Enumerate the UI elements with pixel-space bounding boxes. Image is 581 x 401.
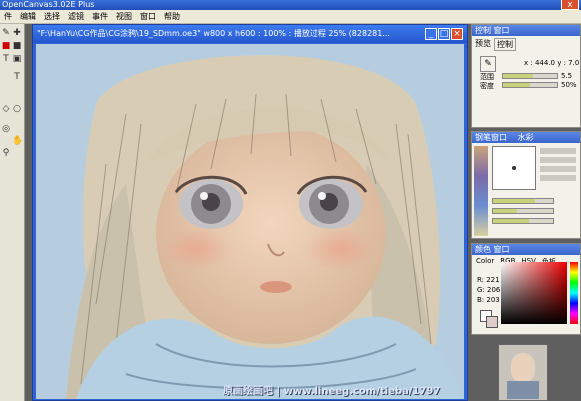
tab-color[interactable]: Color	[476, 257, 494, 267]
brush-panel-title-text: 钢笔窗口	[475, 133, 507, 142]
menu-window[interactable]: 窗口	[136, 10, 160, 23]
brush-preview-icon: ✎	[480, 56, 496, 72]
range-slider[interactable]	[502, 73, 558, 79]
brush-options[interactable]	[540, 148, 576, 184]
illustration-girl	[66, 55, 464, 399]
density-slider[interactable]	[502, 82, 558, 88]
saturation-value-picker[interactable]	[501, 262, 567, 324]
brush-slider-2[interactable]	[492, 208, 554, 214]
range-value: 5.5	[561, 72, 573, 80]
app-title: OpenCanvas3.02E Plus	[2, 0, 95, 9]
select-tool-icon[interactable]: ▣	[12, 54, 22, 64]
maximize-button[interactable]: □	[438, 28, 450, 40]
minimize-button[interactable]: _	[425, 28, 437, 40]
watermark-caption: 原画绘画吧 | www.lineeg.com/tieba/1797	[223, 386, 441, 397]
menu-edit[interactable]: 编辑	[16, 10, 40, 23]
brush-slider-3[interactable]	[492, 218, 554, 224]
cursor-coords: x : 444.0 y : 7.0	[524, 59, 580, 67]
app-close-button[interactable]: x	[561, 0, 579, 10]
tab-preview[interactable]: 预览	[475, 38, 491, 51]
drawing-canvas[interactable]	[36, 44, 464, 399]
blue-value: B: 203	[477, 296, 500, 304]
document-titlebar[interactable]: "F:\HanYu\CG作品\CG涂鸦\19_SDmm.oe3" w800 x …	[33, 25, 467, 43]
lasso-tool-icon[interactable]: ◇	[1, 104, 11, 114]
current-color-swatch[interactable]	[486, 316, 498, 328]
red-value: R: 221	[477, 276, 500, 284]
tool-palette: ✎ ✚ ■ ■ T ▣ T ◇ ○ ◎ ✋ ⚲	[0, 24, 25, 401]
eyedropper-tool-icon[interactable]: ◎	[1, 124, 11, 134]
brush-list[interactable]	[474, 146, 488, 236]
layer-tool-icon[interactable]: ■	[12, 41, 22, 51]
color-panel: 颜色 窗口 Color RGB HSV 色板 R: 221 G: 206 B: …	[471, 243, 581, 335]
close-button[interactable]: ×	[451, 28, 463, 40]
document-title: "F:\HanYu\CG作品\CG涂鸦\19_SDmm.oe3" w800 x …	[37, 29, 390, 38]
menu-file[interactable]: 件	[0, 10, 16, 23]
brush-dot-icon	[512, 166, 516, 170]
zoom-tool-icon[interactable]: ⚲	[1, 148, 11, 158]
density-value: 50%	[561, 81, 577, 89]
hand-tool-icon[interactable]: ✋	[12, 136, 23, 146]
control-panel: 控制 窗口 预览 控制 ✎ x : 444.0 y : 7.0 范围 5.5 密…	[471, 24, 581, 128]
app-titlebar: OpenCanvas3.02E Plus x	[0, 0, 581, 10]
ellipse-tool-icon[interactable]: ○	[12, 104, 22, 114]
type-tool-icon[interactable]: T	[12, 72, 22, 82]
thumbnail-face	[511, 353, 535, 383]
menu-select[interactable]: 选择	[40, 10, 64, 23]
move-tool-icon[interactable]: ✚	[12, 28, 22, 38]
brush-slider-1[interactable]	[492, 198, 554, 204]
text-tool-icon[interactable]: T	[1, 54, 11, 64]
brush-panel: 钢笔窗口 水彩	[471, 131, 581, 239]
density-label: 密度	[480, 82, 494, 90]
menu-filter[interactable]: 滤镜	[64, 10, 88, 23]
tab-control[interactable]: 控制	[494, 38, 516, 51]
menu-view[interactable]: 视图	[112, 10, 136, 23]
document-window: "F:\HanYu\CG作品\CG涂鸦\19_SDmm.oe3" w800 x …	[32, 24, 468, 401]
green-value: G: 206	[477, 286, 501, 294]
menu-event[interactable]: 事件	[88, 10, 112, 23]
menu-help[interactable]: 帮助	[160, 10, 184, 23]
tab-watercolor[interactable]: 水彩	[518, 133, 534, 142]
brush-panel-title[interactable]: 钢笔窗口 水彩	[472, 132, 580, 143]
pen-tool-icon[interactable]: ✎	[1, 28, 11, 38]
menu-bar: 件 编辑 选择 滤镜 事件 视图 窗口 帮助	[0, 10, 581, 24]
thumbnail-body	[507, 381, 539, 399]
navigator-thumbnail[interactable]	[498, 344, 548, 401]
hue-slider[interactable]	[570, 262, 578, 324]
brush-tip-preview	[492, 146, 536, 190]
fill-tool-icon[interactable]: ■	[1, 41, 11, 51]
control-panel-title[interactable]: 控制 窗口	[472, 25, 580, 36]
color-panel-title[interactable]: 颜色 窗口	[472, 244, 580, 255]
